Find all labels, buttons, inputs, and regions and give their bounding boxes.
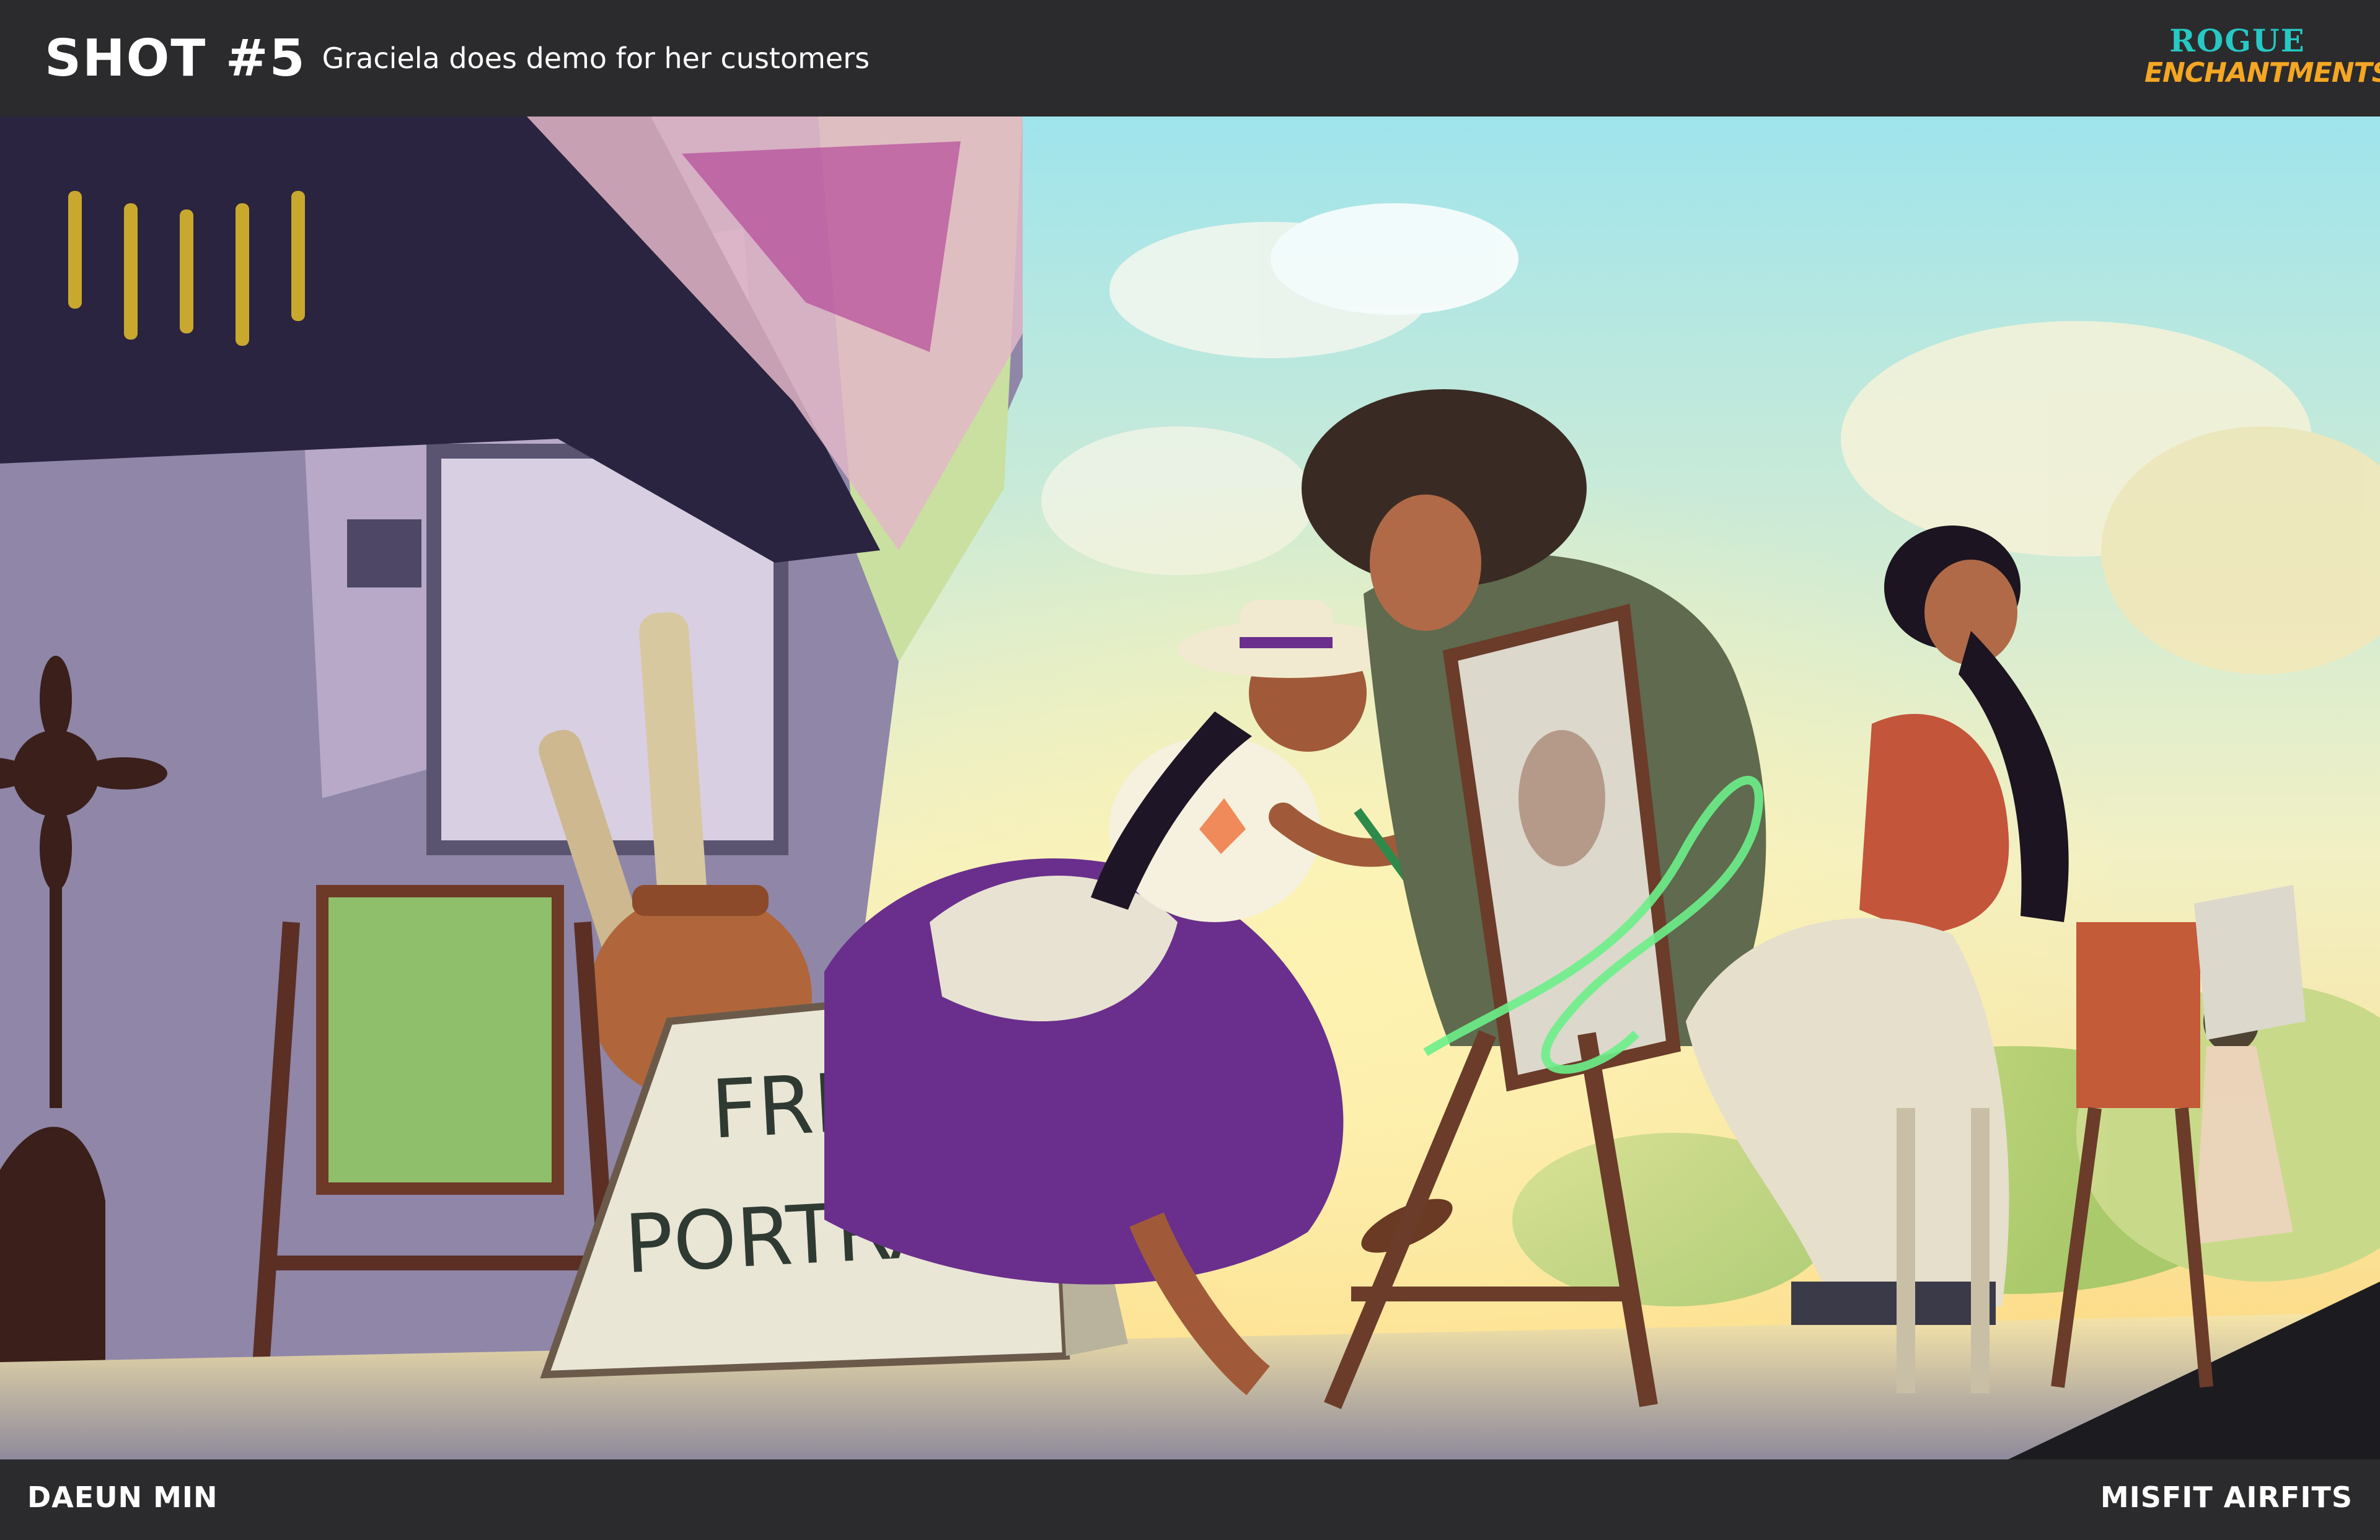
header-bar: SHOT #5 Graciela does demo for her custo… (0, 0, 2380, 117)
footer-bar: DAEUN MIN MISFIT AIRFITS (0, 1459, 2380, 1540)
shot-description: Graciela does demo for her customers (322, 42, 870, 75)
storyboard-frame: SHOT #5 Graciela does demo for her custo… (0, 0, 2380, 1540)
artist-name: DAEUN MIN (27, 1481, 218, 1514)
logo-line2: ENCHANTMENTS (2144, 57, 2380, 89)
illustration-canvas: FREE PORTRAIT (0, 117, 2380, 1459)
project-name: MISFIT AIRFITS (2100, 1481, 2353, 1514)
illustration: FREE PORTRAIT (0, 117, 2380, 1459)
shot-number: SHOT #5 (45, 29, 306, 88)
logo-line1: ROGUE (2169, 22, 2306, 59)
rogue-enchantments-logo: ROGUE ENCHANTMENTS (2144, 19, 2380, 99)
